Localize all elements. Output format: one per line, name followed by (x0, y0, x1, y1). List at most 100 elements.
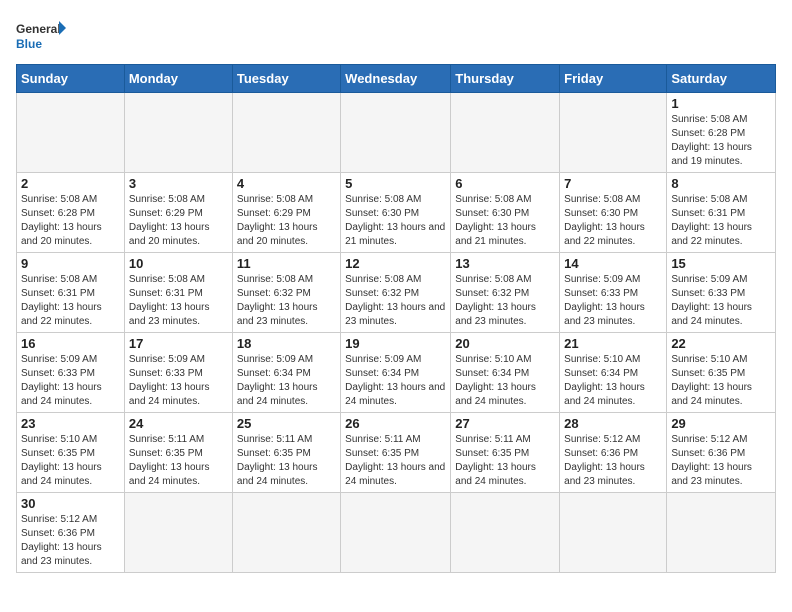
day-info: Sunrise: 5:08 AM Sunset: 6:30 PM Dayligh… (564, 193, 662, 249)
calendar-cell: 15Sunrise: 5:09 AM Sunset: 6:33 PM Dayli… (667, 253, 776, 333)
day-number: 3 (129, 176, 228, 191)
calendar-cell: 11 Sunrise: 5:08 AM Sunset: 6:32 PM Dayli… (232, 253, 340, 333)
day-number: 9 (21, 256, 120, 271)
day-number: 25 (237, 416, 336, 431)
day-number: 14 (564, 256, 662, 271)
calendar-cell: 17 Sunrise: 5:09 AM Sunset: 6:33 PM Dayli… (124, 333, 232, 413)
day-header-monday: Monday (124, 65, 232, 93)
calendar-week-row: 23 Sunrise: 5:10 AM Sunset: 6:35 PM Dayli… (17, 413, 776, 493)
day-header-tuesday: Tuesday (232, 65, 340, 93)
calendar-cell: 9 Sunrise: 5:08 AM Sunset: 6:31 PM Daylig… (17, 253, 125, 333)
calendar-week-row: 2 Sunrise: 5:08 AM Sunset: 6:28 PM Daylig… (17, 173, 776, 253)
day-info: Sunrise: 5:10 AM Sunset: 6:34 PM Dayligh… (564, 353, 662, 409)
day-number: 12 (345, 256, 446, 271)
day-number: 22 (671, 336, 771, 351)
day-info: Sunrise: 5:08 AM Sunset: 6:28 PM Dayligh… (671, 113, 771, 169)
calendar-header-row: SundayMondayTuesdayWednesdayThursdayFrid… (17, 65, 776, 93)
calendar-cell: 22 Sunrise: 5:10 AM Sunset: 6:35 PM Dayli… (667, 333, 776, 413)
day-number: 20 (455, 336, 555, 351)
day-header-sunday: Sunday (17, 65, 125, 93)
day-info: Sunrise: 5:08 AM Sunset: 6:29 PM Dayligh… (237, 193, 336, 249)
day-info: Sunrise: 5:08 AM Sunset: 6:32 PM Dayligh… (237, 273, 336, 329)
day-number: 4 (237, 176, 336, 191)
calendar-cell: 21 Sunrise: 5:10 AM Sunset: 6:34 PM Dayli… (560, 333, 667, 413)
calendar-cell (451, 93, 560, 173)
calendar-cell: 6Sunrise: 5:08 AM Sunset: 6:30 PM Daylig… (451, 173, 560, 253)
day-info: Sunrise: 5:08 AM Sunset: 6:28 PM Dayligh… (21, 193, 120, 249)
day-number: 23 (21, 416, 120, 431)
calendar-cell: 12 Sunrise: 5:08 AM Sunset: 6:32 PM Dayli… (341, 253, 451, 333)
day-info: Sunrise: 5:08 AM Sunset: 6:30 PM Dayligh… (455, 193, 555, 249)
day-info: Sunrise: 5:08 AM Sunset: 6:32 PM Dayligh… (455, 273, 555, 329)
calendar-cell (124, 93, 232, 173)
day-info: Sunrise: 5:08 AM Sunset: 6:31 PM Dayligh… (671, 193, 771, 249)
calendar-week-row: 30Sunrise: 5:12 AM Sunset: 6:36 PM Dayli… (17, 493, 776, 573)
day-number: 17 (129, 336, 228, 351)
calendar-cell: 26 Sunrise: 5:11 AM Sunset: 6:35 PM Dayli… (341, 413, 451, 493)
calendar-cell: 24Sunrise: 5:11 AM Sunset: 6:35 PM Dayli… (124, 413, 232, 493)
calendar-week-row: 16 Sunrise: 5:09 AM Sunset: 6:33 PM Dayli… (17, 333, 776, 413)
page-header: General Blue (16, 16, 776, 56)
calendar-cell: 2 Sunrise: 5:08 AM Sunset: 6:28 PM Daylig… (17, 173, 125, 253)
calendar-table: SundayMondayTuesdayWednesdayThursdayFrid… (16, 64, 776, 573)
day-info: Sunrise: 5:08 AM Sunset: 6:29 PM Dayligh… (129, 193, 228, 249)
calendar-cell: 4 Sunrise: 5:08 AM Sunset: 6:29 PM Daylig… (232, 173, 340, 253)
day-header-wednesday: Wednesday (341, 65, 451, 93)
calendar-cell (341, 93, 451, 173)
calendar-cell: 29 Sunrise: 5:12 AM Sunset: 6:36 PM Dayli… (667, 413, 776, 493)
calendar-cell (17, 93, 125, 173)
calendar-cell: 7 Sunrise: 5:08 AM Sunset: 6:30 PM Daylig… (560, 173, 667, 253)
day-info: Sunrise: 5:09 AM Sunset: 6:33 PM Dayligh… (129, 353, 228, 409)
calendar-cell: 30Sunrise: 5:12 AM Sunset: 6:36 PM Dayli… (17, 493, 125, 573)
day-info: Sunrise: 5:10 AM Sunset: 6:35 PM Dayligh… (21, 433, 120, 489)
day-number: 18 (237, 336, 336, 351)
day-info: Sunrise: 5:09 AM Sunset: 6:34 PM Dayligh… (237, 353, 336, 409)
day-info: Sunrise: 5:12 AM Sunset: 6:36 PM Dayligh… (564, 433, 662, 489)
calendar-cell: 18 Sunrise: 5:09 AM Sunset: 6:34 PM Dayli… (232, 333, 340, 413)
day-info: Sunrise: 5:11 AM Sunset: 6:35 PM Dayligh… (345, 433, 446, 489)
day-number: 11 (237, 256, 336, 271)
calendar-cell: 25 Sunrise: 5:11 AM Sunset: 6:35 PM Dayli… (232, 413, 340, 493)
day-info: Sunrise: 5:11 AM Sunset: 6:35 PM Dayligh… (237, 433, 336, 489)
calendar-cell (232, 93, 340, 173)
day-number: 8 (671, 176, 771, 191)
calendar-cell (560, 493, 667, 573)
day-info: Sunrise: 5:11 AM Sunset: 6:35 PM Dayligh… (455, 433, 555, 489)
day-number: 29 (671, 416, 771, 431)
day-info: Sunrise: 5:08 AM Sunset: 6:31 PM Dayligh… (21, 273, 120, 329)
day-number: 16 (21, 336, 120, 351)
calendar-cell (124, 493, 232, 573)
day-number: 7 (564, 176, 662, 191)
calendar-cell: 23 Sunrise: 5:10 AM Sunset: 6:35 PM Dayli… (17, 413, 125, 493)
svg-text:General: General (16, 22, 61, 36)
calendar-cell: 19 Sunrise: 5:09 AM Sunset: 6:34 PM Dayli… (341, 333, 451, 413)
day-info: Sunrise: 5:09 AM Sunset: 6:34 PM Dayligh… (345, 353, 446, 409)
calendar-cell: 28 Sunrise: 5:12 AM Sunset: 6:36 PM Dayli… (560, 413, 667, 493)
calendar-cell: 14 Sunrise: 5:09 AM Sunset: 6:33 PM Dayli… (560, 253, 667, 333)
calendar-cell: 10Sunrise: 5:08 AM Sunset: 6:31 PM Dayli… (124, 253, 232, 333)
day-number: 19 (345, 336, 446, 351)
calendar-cell: 27 Sunrise: 5:11 AM Sunset: 6:35 PM Dayli… (451, 413, 560, 493)
day-number: 27 (455, 416, 555, 431)
day-info: Sunrise: 5:10 AM Sunset: 6:35 PM Dayligh… (671, 353, 771, 409)
calendar-cell (341, 493, 451, 573)
day-header-thursday: Thursday (451, 65, 560, 93)
day-number: 21 (564, 336, 662, 351)
day-info: Sunrise: 5:12 AM Sunset: 6:36 PM Dayligh… (671, 433, 771, 489)
svg-text:Blue: Blue (16, 37, 42, 51)
calendar-cell (232, 493, 340, 573)
calendar-cell: 13Sunrise: 5:08 AM Sunset: 6:32 PM Dayli… (451, 253, 560, 333)
calendar-cell: 20Sunrise: 5:10 AM Sunset: 6:34 PM Dayli… (451, 333, 560, 413)
calendar-cell: 1Sunrise: 5:08 AM Sunset: 6:28 PM Daylig… (667, 93, 776, 173)
day-number: 26 (345, 416, 446, 431)
day-number: 5 (345, 176, 446, 191)
day-info: Sunrise: 5:08 AM Sunset: 6:30 PM Dayligh… (345, 193, 446, 249)
calendar-cell: 5 Sunrise: 5:08 AM Sunset: 6:30 PM Daylig… (341, 173, 451, 253)
day-number: 28 (564, 416, 662, 431)
day-number: 15 (671, 256, 771, 271)
day-number: 10 (129, 256, 228, 271)
day-number: 24 (129, 416, 228, 431)
day-number: 2 (21, 176, 120, 191)
day-info: Sunrise: 5:09 AM Sunset: 6:33 PM Dayligh… (564, 273, 662, 329)
day-info: Sunrise: 5:08 AM Sunset: 6:32 PM Dayligh… (345, 273, 446, 329)
